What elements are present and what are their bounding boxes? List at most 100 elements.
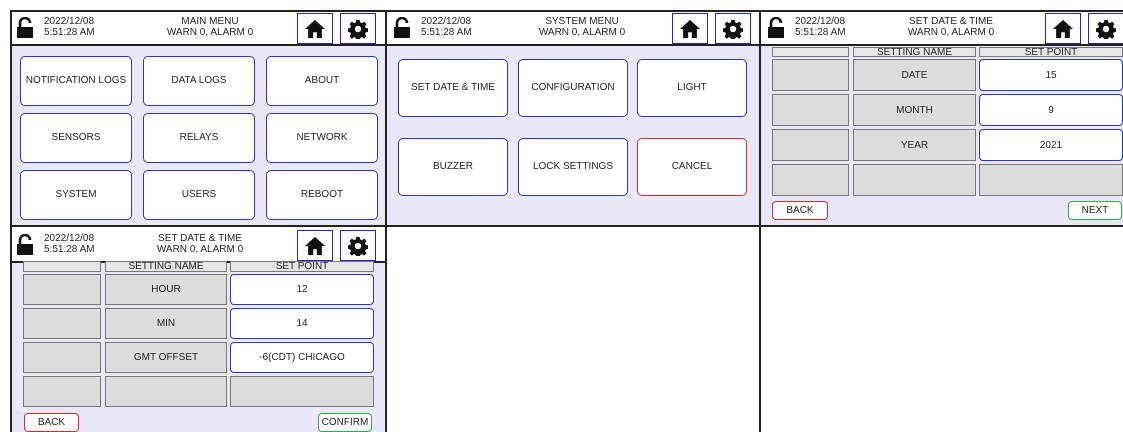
- settings-button[interactable]: [340, 13, 376, 44]
- status-header: 2022/12/08 5:51:28 AM SET DATE & TIME WA…: [10, 227, 385, 263]
- row-blank-cell: [772, 59, 849, 91]
- network-button[interactable]: NETWORK: [266, 113, 378, 163]
- min-value-field[interactable]: 14: [230, 308, 374, 339]
- date-text: 2022/12/08: [421, 16, 472, 27]
- setting-name-header: SETTING NAME: [105, 261, 227, 272]
- row-blank-cell: [772, 94, 849, 126]
- row-blank-cell: [23, 274, 101, 305]
- system-menu-screen: 2022/12/08 5:51:28 AM SYSTEM MENU WARN 0…: [387, 10, 761, 227]
- home-icon: [1052, 18, 1074, 40]
- confirm-button[interactable]: CONFIRM: [318, 413, 372, 432]
- gear-icon: [348, 236, 368, 256]
- buzzer-button[interactable]: BUZZER: [398, 138, 508, 196]
- setting-name-gmt-offset: GMT OFFSET: [105, 342, 227, 373]
- home-button[interactable]: [297, 230, 333, 261]
- time-text: 5:51:28 AM: [795, 27, 846, 38]
- settings-button[interactable]: [1088, 13, 1123, 44]
- time-text: 5:51:28 AM: [44, 27, 95, 38]
- row-blank-cell: [979, 164, 1123, 196]
- row-blank-cell: [23, 308, 101, 339]
- users-button[interactable]: USERS: [143, 170, 255, 220]
- empty-panel: [761, 227, 1123, 432]
- date-value-field[interactable]: 15: [979, 59, 1123, 91]
- set-date-screen: 2022/12/08 5:51:28 AM SET DATE & TIME WA…: [761, 10, 1123, 227]
- lock-open-icon[interactable]: [767, 17, 785, 39]
- lock-open-icon[interactable]: [393, 17, 411, 39]
- home-button[interactable]: [1045, 13, 1081, 44]
- setting-name-hour: HOUR: [105, 274, 227, 305]
- header-title: SYSTEM MENU WARN 0, ALARM 0: [492, 16, 672, 38]
- settings-button[interactable]: [715, 13, 751, 44]
- row-blank-cell: [772, 164, 849, 196]
- date-text: 2022/12/08: [795, 16, 846, 27]
- lock-open-icon[interactable]: [16, 17, 34, 39]
- gear-icon: [348, 19, 368, 39]
- status-header: 2022/12/08 5:51:28 AM MAIN MENU WARN 0, …: [10, 10, 385, 46]
- reboot-button[interactable]: REBOOT: [266, 170, 378, 220]
- cancel-button[interactable]: CANCEL: [637, 138, 747, 196]
- status-header: 2022/12/08 5:51:28 AM SYSTEM MENU WARN 0…: [387, 10, 759, 46]
- lock-open-icon[interactable]: [16, 234, 34, 256]
- system-button[interactable]: SYSTEM: [20, 170, 132, 220]
- date-text: 2022/12/08: [44, 16, 95, 27]
- screen-title: SET DATE & TIME: [909, 16, 993, 27]
- settings-button[interactable]: [340, 230, 376, 261]
- notification-logs-button[interactable]: NOTIFICATION LOGS: [20, 56, 132, 106]
- setting-name-min: MIN: [105, 308, 227, 339]
- set-point-header: SET POINT: [979, 47, 1123, 58]
- home-button[interactable]: [672, 13, 708, 44]
- gear-icon: [1096, 19, 1116, 39]
- gear-icon: [723, 19, 743, 39]
- status-header: 2022/12/08 5:51:28 AM SET DATE & TIME WA…: [761, 10, 1123, 46]
- light-button[interactable]: LIGHT: [637, 59, 747, 117]
- time-text: 5:51:28 AM: [44, 244, 95, 255]
- screen-title: SYSTEM MENU: [545, 16, 619, 27]
- table-header-blank: [772, 47, 849, 57]
- set-time-screen: 2022/12/08 5:51:28 AM SET DATE & TIME WA…: [10, 227, 387, 432]
- header-title: MAIN MENU WARN 0, ALARM 0: [120, 16, 300, 38]
- home-icon: [679, 18, 701, 40]
- next-button[interactable]: NEXT: [1068, 201, 1122, 220]
- data-logs-button[interactable]: DATA LOGS: [143, 56, 255, 106]
- setting-name-date: DATE: [853, 59, 976, 91]
- warn-status: WARN 0, ALARM 0: [166, 27, 254, 38]
- table-header-blank: [23, 261, 101, 272]
- warn-status: WARN 0, ALARM 0: [907, 27, 995, 38]
- setting-name-header: SETTING NAME: [853, 47, 976, 58]
- screen-title: SET DATE & TIME: [158, 233, 242, 244]
- warn-status: WARN 0, ALARM 0: [538, 27, 626, 38]
- time-text: 5:51:28 AM: [421, 27, 472, 38]
- gmt-offset-value-field[interactable]: -6(CDT) CHICAGO: [230, 342, 374, 373]
- datetime: 2022/12/08 5:51:28 AM: [44, 16, 95, 38]
- empty-panel: [387, 227, 761, 432]
- datetime: 2022/12/08 5:51:28 AM: [795, 16, 846, 38]
- screen-title: MAIN MENU: [181, 16, 239, 27]
- home-button[interactable]: [297, 13, 333, 44]
- set-point-header: SET POINT: [230, 261, 374, 272]
- row-blank-cell: [230, 376, 374, 407]
- row-blank-cell: [105, 376, 227, 407]
- lock-settings-button[interactable]: LOCK SETTINGS: [518, 138, 628, 196]
- datetime: 2022/12/08 5:51:28 AM: [421, 16, 472, 38]
- date-text: 2022/12/08: [44, 233, 95, 244]
- frame-top-line: [10, 10, 1123, 12]
- row-blank-cell: [23, 342, 101, 373]
- row-blank-cell: [853, 164, 976, 196]
- hour-value-field[interactable]: 12: [230, 274, 374, 305]
- month-value-field[interactable]: 9: [979, 94, 1123, 126]
- setting-name-year: YEAR: [853, 129, 976, 161]
- year-value-field[interactable]: 2021: [979, 129, 1123, 161]
- header-title: SET DATE & TIME WARN 0, ALARM 0: [861, 16, 1041, 38]
- row-blank-cell: [772, 129, 849, 161]
- frame-left-line: [10, 10, 12, 432]
- home-icon: [304, 18, 326, 40]
- configuration-button[interactable]: CONFIGURATION: [518, 59, 628, 117]
- sensors-button[interactable]: SENSORS: [20, 113, 132, 163]
- about-button[interactable]: ABOUT: [266, 56, 378, 106]
- back-button[interactable]: BACK: [772, 201, 828, 220]
- set-date-time-button[interactable]: SET DATE & TIME: [398, 59, 508, 117]
- back-button[interactable]: BACK: [24, 413, 79, 432]
- setting-name-month: MONTH: [853, 94, 976, 126]
- relays-button[interactable]: RELAYS: [143, 113, 255, 163]
- home-icon: [304, 235, 326, 257]
